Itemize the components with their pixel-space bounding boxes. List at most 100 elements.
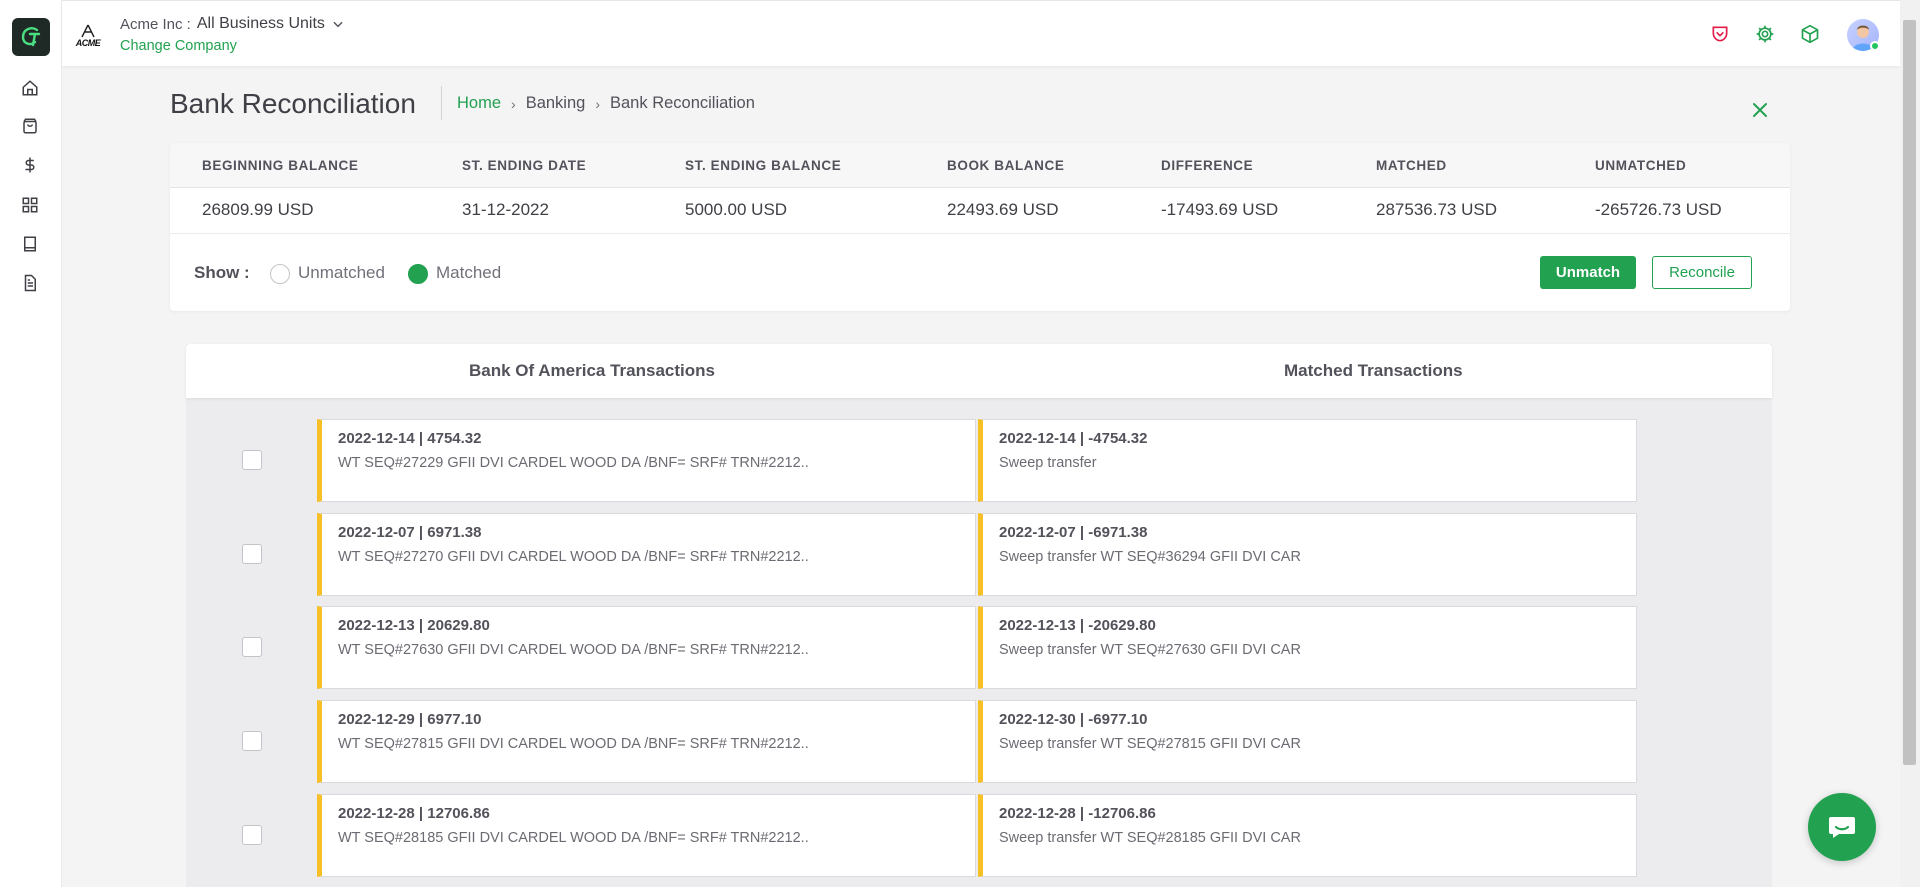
matched-transaction-title: 2022-12-13 | -20629.80 <box>999 617 1156 634</box>
apps-grid-icon[interactable] <box>19 194 41 216</box>
top-bar: ACME Acme Inc : All Business Units Chang… <box>62 0 1900 66</box>
book-icon[interactable] <box>19 233 41 255</box>
difference-value: -17493.69 USD <box>1161 200 1279 219</box>
bank-transaction-card[interactable]: 2022-12-13 | 20629.80 WT SEQ#27630 GFII … <box>317 606 976 689</box>
bank-transaction-title: 2022-12-28 | 12706.86 <box>338 805 490 822</box>
statement-ending-date-value: 31-12-2022 <box>462 200 549 219</box>
bank-transaction-description: WT SEQ#28185 GFII DVI CARDEL WOOD DA /BN… <box>338 830 809 846</box>
dollar-icon[interactable] <box>19 154 41 176</box>
statement-ending-balance-value: 5000.00 USD <box>685 200 788 219</box>
transaction-row: 2022-12-13 | 20629.80 WT SEQ#27630 GFII … <box>0 606 1920 690</box>
matched-transactions-title: Matched Transactions <box>1284 361 1463 380</box>
breadcrumb: Home › Banking › Bank Reconciliation <box>457 94 755 113</box>
matched-radio-label[interactable]: Matched <box>436 263 501 283</box>
reconcile-button[interactable]: Reconcile <box>1652 256 1752 289</box>
close-button[interactable] <box>1748 98 1772 122</box>
page-title: Bank Reconciliation <box>170 88 416 119</box>
bank-transaction-title: 2022-12-07 | 6971.38 <box>338 524 482 541</box>
matched-transaction-title: 2022-12-07 | -6971.38 <box>999 524 1148 541</box>
divider <box>170 233 1790 234</box>
transaction-row: 2022-12-29 | 6977.10 WT SEQ#27815 GFII D… <box>0 700 1920 784</box>
row-checkbox[interactable] <box>242 637 262 657</box>
row-checkbox[interactable] <box>242 450 262 470</box>
unmatched-radio[interactable] <box>270 264 290 284</box>
bank-transaction-description: WT SEQ#27229 GFII DVI CARDEL WOOD DA /BN… <box>338 455 809 471</box>
matched-transaction-card[interactable]: 2022-12-14 | -4754.32 Sweep transfer <box>978 419 1637 502</box>
reconciliation-summary: BEGINNING BALANCE ST. ENDING DATE ST. EN… <box>170 143 1790 311</box>
matched-transaction-title: 2022-12-30 | -6977.10 <box>999 711 1148 728</box>
row-checkbox[interactable] <box>242 544 262 564</box>
matched-transaction-description: Sweep transfer WT SEQ#36294 GFII DVI CAR <box>999 549 1301 565</box>
matched-transaction-card[interactable]: 2022-12-30 | -6977.10 Sweep transfer WT … <box>978 700 1637 783</box>
chevron-right-icon: › <box>511 95 516 112</box>
summary-header: MATCHED <box>1376 158 1447 173</box>
transaction-row: 2022-12-14 | 4754.32 WT SEQ#27229 GFII D… <box>0 419 1920 503</box>
app-logo-icon <box>21 27 41 47</box>
bank-transaction-card[interactable]: 2022-12-28 | 12706.86 WT SEQ#28185 GFII … <box>317 794 976 877</box>
chat-button[interactable] <box>1808 793 1876 861</box>
bank-transaction-card[interactable]: 2022-12-07 | 6971.38 WT SEQ#27270 GFII D… <box>317 513 976 596</box>
settings-gear-icon[interactable] <box>1754 23 1776 45</box>
online-status-dot <box>1870 41 1880 51</box>
matched-radio[interactable] <box>408 264 428 284</box>
unmatch-button[interactable]: Unmatch <box>1540 256 1636 289</box>
bank-transaction-card[interactable]: 2022-12-14 | 4754.32 WT SEQ#27229 GFII D… <box>317 419 976 502</box>
acme-logo-icon <box>81 24 95 38</box>
cube-icon[interactable] <box>1799 23 1821 45</box>
bank-transaction-description: WT SEQ#27270 GFII DVI CARDEL WOOD DA /BN… <box>338 549 809 565</box>
summary-header: UNMATCHED <box>1595 158 1687 173</box>
chevron-right-icon: › <box>595 95 600 112</box>
matched-transaction-description: Sweep transfer WT SEQ#27815 GFII DVI CAR <box>999 736 1301 752</box>
close-icon <box>1753 103 1767 117</box>
summary-header: ST. ENDING BALANCE <box>685 158 842 173</box>
row-checkbox[interactable] <box>242 825 262 845</box>
shopping-bag-icon[interactable] <box>19 115 41 137</box>
bank-transaction-description: WT SEQ#27630 GFII DVI CARDEL WOOD DA /BN… <box>338 642 809 658</box>
title-divider <box>441 86 442 120</box>
breadcrumb-banking[interactable]: Banking <box>526 94 586 113</box>
book-balance-value: 22493.69 USD <box>947 200 1059 219</box>
transaction-row: 2022-12-07 | 6971.38 WT SEQ#27270 GFII D… <box>0 513 1920 597</box>
matched-transaction-description: Sweep transfer <box>999 455 1097 471</box>
bank-transaction-title: 2022-12-29 | 6977.10 <box>338 711 482 728</box>
pocket-icon[interactable] <box>1709 23 1731 45</box>
show-filter-label: Show : <box>194 263 250 282</box>
matched-transaction-description: Sweep transfer WT SEQ#28185 GFII DVI CAR <box>999 830 1301 846</box>
row-checkbox[interactable] <box>242 731 262 751</box>
matched-transaction-card[interactable]: 2022-12-13 | -20629.80 Sweep transfer WT… <box>978 606 1637 689</box>
unmatched-value: -265726.73 USD <box>1595 200 1722 219</box>
chevron-down-icon[interactable] <box>331 17 345 31</box>
change-company-link[interactable]: Change Company <box>120 38 237 54</box>
bank-transaction-title: 2022-12-13 | 20629.80 <box>338 617 490 634</box>
summary-header: BEGINNING BALANCE <box>202 158 359 173</box>
company-logo: ACME <box>72 21 104 51</box>
bank-transaction-description: WT SEQ#27815 GFII DVI CARDEL WOOD DA /BN… <box>338 736 809 752</box>
app-logo[interactable] <box>12 18 50 56</box>
bank-transaction-title: 2022-12-14 | 4754.32 <box>338 430 482 447</box>
breadcrumb-home[interactable]: Home <box>457 94 501 113</box>
business-unit-select[interactable]: All Business Units <box>197 15 325 33</box>
matched-value: 287536.73 USD <box>1376 200 1497 219</box>
bank-transaction-card[interactable]: 2022-12-29 | 6977.10 WT SEQ#27815 GFII D… <box>317 700 976 783</box>
matched-transaction-card[interactable]: 2022-12-28 | -12706.86 Sweep transfer WT… <box>978 794 1637 877</box>
bank-transactions-title: Bank Of America Transactions <box>469 361 715 380</box>
matched-transaction-card[interactable]: 2022-12-07 | -6971.38 Sweep transfer WT … <box>978 513 1637 596</box>
document-icon[interactable] <box>19 272 41 294</box>
chat-icon <box>1829 817 1855 838</box>
summary-header: ST. ENDING DATE <box>462 158 587 173</box>
breadcrumb-current: Bank Reconciliation <box>610 94 755 112</box>
unmatched-radio-label[interactable]: Unmatched <box>298 263 385 283</box>
matched-transaction-title: 2022-12-28 | -12706.86 <box>999 805 1156 822</box>
beginning-balance-value: 26809.99 USD <box>202 200 314 219</box>
transactions-header: Bank Of America Transactions Matched Tra… <box>186 344 1772 398</box>
summary-header: DIFFERENCE <box>1161 158 1254 173</box>
summary-header: BOOK BALANCE <box>947 158 1065 173</box>
company-logo-text: ACME <box>75 38 101 48</box>
matched-transaction-description: Sweep transfer WT SEQ#27630 GFII DVI CAR <box>999 642 1301 658</box>
transaction-row: 2022-12-28 | 12706.86 WT SEQ#28185 GFII … <box>0 794 1920 878</box>
summary-header-row: BEGINNING BALANCE ST. ENDING DATE ST. EN… <box>170 143 1790 188</box>
home-icon[interactable] <box>19 77 41 99</box>
matched-transaction-title: 2022-12-14 | -4754.32 <box>999 430 1148 447</box>
company-name: Acme Inc : <box>120 15 191 33</box>
company-selector[interactable]: Acme Inc : All Business Units <box>120 15 345 33</box>
